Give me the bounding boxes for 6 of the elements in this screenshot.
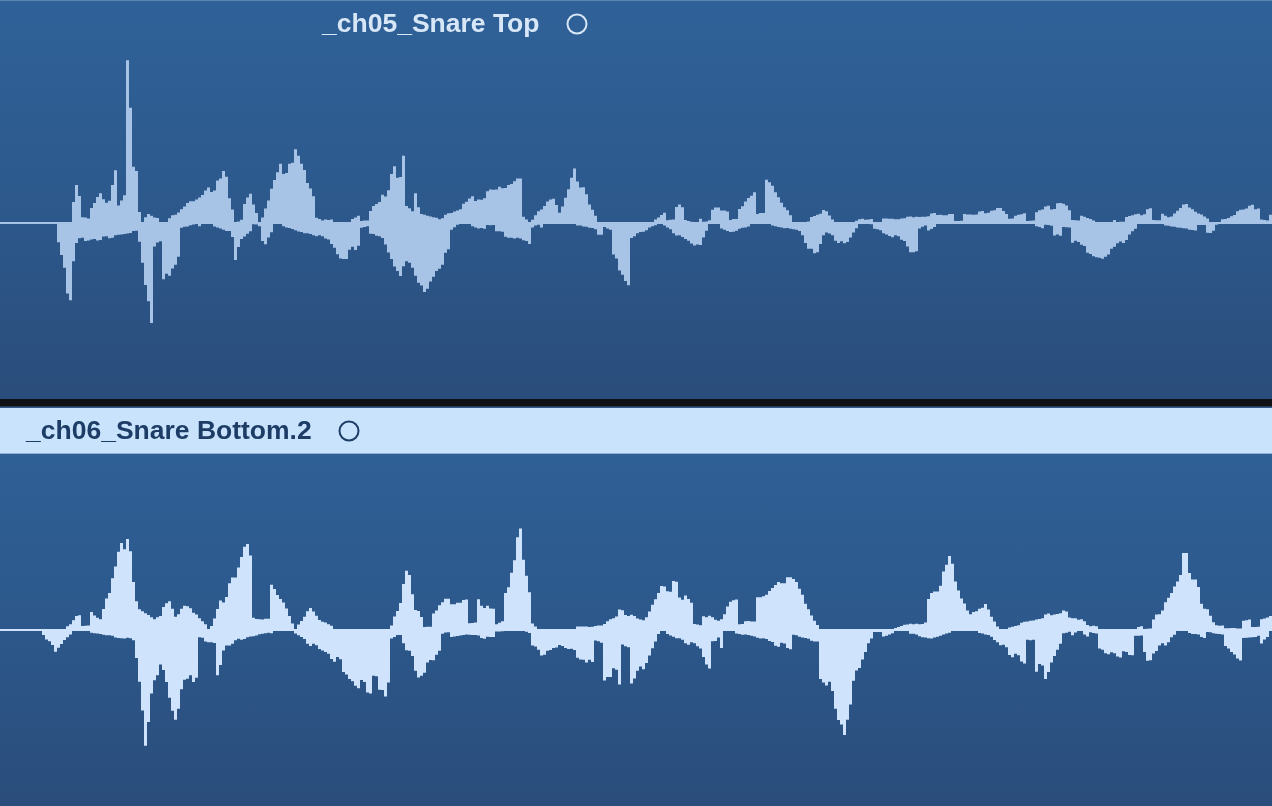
audio-region[interactable]: _ch05_Snare Top — [0, 0, 1272, 399]
ring-icon — [337, 419, 360, 442]
audio-region[interactable]: _ch06_Snare Bottom.2 — [0, 407, 1272, 806]
region-name: _ch06_Snare Bottom.2 — [26, 415, 312, 446]
region-name: _ch05_Snare Top — [322, 8, 540, 39]
ring-icon — [565, 12, 588, 35]
